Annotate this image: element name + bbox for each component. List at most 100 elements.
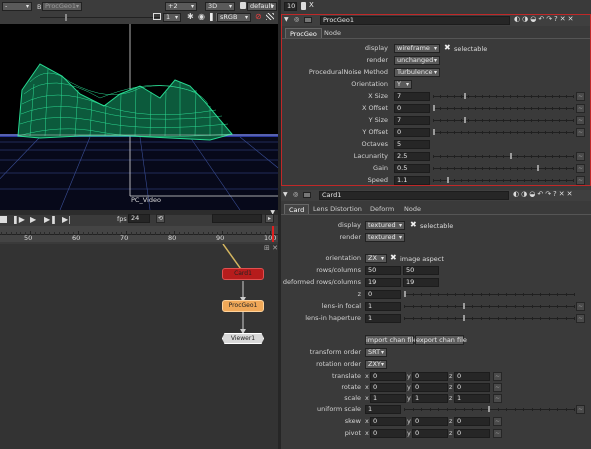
scale-z-field[interactable]: 1 xyxy=(454,394,490,403)
play-icon[interactable]: ▶ xyxy=(30,215,36,224)
scale-x-field[interactable]: 1 xyxy=(370,394,406,403)
fps-field[interactable]: 24 xyxy=(128,214,150,223)
card-selectable-checkbox[interactable]: ✖ xyxy=(410,221,417,229)
wipe-icon[interactable] xyxy=(266,13,274,20)
rotate-animation-icon[interactable]: ~ xyxy=(493,383,502,392)
gain-select[interactable]: +2 xyxy=(165,2,197,11)
rotate-y-field[interactable]: 0 xyxy=(412,383,448,392)
translate-y-field[interactable]: 0 xyxy=(412,372,448,381)
selectable-checkbox[interactable]: ✖ xyxy=(444,44,451,52)
y-size-slider[interactable] xyxy=(433,116,574,125)
gain-animation-icon[interactable]: ~ xyxy=(576,164,585,173)
x-size-slider[interactable] xyxy=(433,92,574,101)
rotate-z-field[interactable]: 0 xyxy=(454,383,490,392)
card-orientation-select[interactable]: ZX xyxy=(365,254,387,263)
timeline[interactable]: 50 60 70 80 90 100 xyxy=(0,226,278,242)
export-chan-file-button[interactable]: export chan file xyxy=(415,335,467,345)
gain-field[interactable]: 0.5 xyxy=(394,164,430,173)
end-icon[interactable]: ▶| xyxy=(62,215,71,224)
uniform-scale-animation-icon[interactable]: ~ xyxy=(576,405,585,414)
step-back-icon[interactable]: ❚▶ xyxy=(12,215,25,224)
card-display-select[interactable]: textured xyxy=(365,221,405,230)
y-offset-animation-icon[interactable]: ~ xyxy=(576,128,585,137)
transform-order-select[interactable]: SRT xyxy=(365,348,387,357)
x-offset-slider[interactable] xyxy=(433,104,574,113)
node-graph[interactable]: ⊞ ✕ Card1 ProcGeo1 Viewer1 xyxy=(0,244,278,449)
lens-in-haperture-slider[interactable] xyxy=(404,314,575,323)
node-viewer[interactable]: Viewer1 xyxy=(222,333,264,344)
rotate-x-field[interactable]: 0 xyxy=(370,383,406,392)
collapse-icon[interactable]: ▼ xyxy=(284,16,289,23)
stop-icon[interactable] xyxy=(0,216,7,223)
lens-in-focal-animation-icon[interactable]: ~ xyxy=(576,302,585,311)
float-icon[interactable]: ◎ xyxy=(294,16,299,23)
slider-handle[interactable] xyxy=(488,406,490,412)
current-frame-marker[interactable] xyxy=(272,226,274,242)
slider-handle[interactable] xyxy=(464,93,467,99)
input-select[interactable]: ProcGeo1 xyxy=(42,2,82,11)
snap-icon[interactable]: ◉ xyxy=(198,12,205,21)
speed-field[interactable]: 1.1 xyxy=(394,176,430,185)
node-color-icon[interactable] xyxy=(304,17,312,23)
step-forward-icon[interactable]: ▶❚ xyxy=(44,215,57,224)
deformed-columns-field[interactable]: 19 xyxy=(403,278,439,287)
max-panels-field[interactable]: 10 xyxy=(284,2,297,11)
pivot-animation-icon[interactable]: ~ xyxy=(493,429,502,438)
card-name-field[interactable]: Card1 xyxy=(319,191,509,200)
clipping-warning-icon[interactable]: ⊘ xyxy=(255,12,262,21)
tab-deform[interactable]: Deform xyxy=(366,204,398,214)
tab-card[interactable]: Card xyxy=(284,204,310,214)
scale-animation-icon[interactable]: ~ xyxy=(493,394,502,403)
tab-procgeo[interactable]: ProcGeo xyxy=(285,28,322,38)
lacunarity-field[interactable]: 2.5 xyxy=(394,152,430,161)
card-panel-tools-icons[interactable]: ◐◑◒↶↷?✕✕ xyxy=(513,190,575,198)
tab-card-node[interactable]: Node xyxy=(400,204,425,214)
translate-z-field[interactable]: 0 xyxy=(454,372,490,381)
lacunarity-slider[interactable] xyxy=(433,152,574,161)
y-offset-field[interactable]: 0 xyxy=(394,128,430,137)
scale-y-field[interactable]: 1 xyxy=(412,394,448,403)
lacunarity-animation-icon[interactable]: ~ xyxy=(576,152,585,161)
slider-handle[interactable] xyxy=(537,165,539,171)
node-procgeo[interactable]: ProcGeo1 xyxy=(222,300,264,312)
uniform-scale-field[interactable]: 1 xyxy=(365,405,401,414)
skew-x-field[interactable]: 0 xyxy=(370,417,406,426)
y-size-field[interactable]: 7 xyxy=(394,116,430,125)
x-size-animation-icon[interactable]: ~ xyxy=(576,92,585,101)
skew-animation-icon[interactable]: ~ xyxy=(493,417,502,426)
y-offset-slider[interactable] xyxy=(433,128,574,137)
slider-handle[interactable] xyxy=(462,315,465,321)
slider-handle[interactable] xyxy=(510,153,513,159)
z-slider[interactable] xyxy=(404,290,575,299)
card-render-select[interactable]: textured xyxy=(365,233,405,242)
zoom-icon[interactable]: ✱ xyxy=(187,12,194,21)
skew-y-field[interactable]: 0 xyxy=(412,417,448,426)
channel-select[interactable]: - xyxy=(2,2,32,11)
uniform-scale-slider[interactable] xyxy=(404,405,575,414)
slider-handle[interactable] xyxy=(433,105,435,111)
clear-panels-button[interactable]: X xyxy=(309,1,314,9)
pivot-y-field[interactable]: 0 xyxy=(412,429,448,438)
lens-in-focal-slider[interactable] xyxy=(404,302,575,311)
loop-icon[interactable]: ⟲ xyxy=(156,214,165,223)
slider-handle[interactable] xyxy=(464,117,467,123)
columns-field[interactable]: 50 xyxy=(403,266,439,275)
tab-lens-distortion[interactable]: Lens Distortion xyxy=(309,204,366,214)
slider-handle[interactable] xyxy=(462,303,465,309)
lens-in-focal-field[interactable]: 1 xyxy=(365,302,401,311)
import-chan-file-button[interactable]: import chan file xyxy=(365,335,417,345)
card-node-color-icon[interactable] xyxy=(303,192,311,198)
frame-select[interactable]: 1 xyxy=(163,13,181,22)
gain-slider[interactable] xyxy=(433,164,574,173)
speed-slider[interactable] xyxy=(433,176,574,185)
lock-panels-icon[interactable] xyxy=(301,2,306,10)
render-select[interactable]: unchanged xyxy=(394,56,440,65)
gain-slider[interactable] xyxy=(40,14,160,21)
card-float-icon[interactable]: ◎ xyxy=(293,191,298,198)
z-field[interactable]: 0 xyxy=(365,290,401,299)
x-offset-animation-icon[interactable]: ~ xyxy=(576,104,585,113)
range-lock-icon[interactable]: ▸ xyxy=(265,214,274,223)
deformed-rows-field[interactable]: 19 xyxy=(365,278,401,287)
image-aspect-checkbox[interactable]: ✖ xyxy=(390,254,397,262)
rotation-order-select[interactable]: ZXY xyxy=(365,360,387,369)
